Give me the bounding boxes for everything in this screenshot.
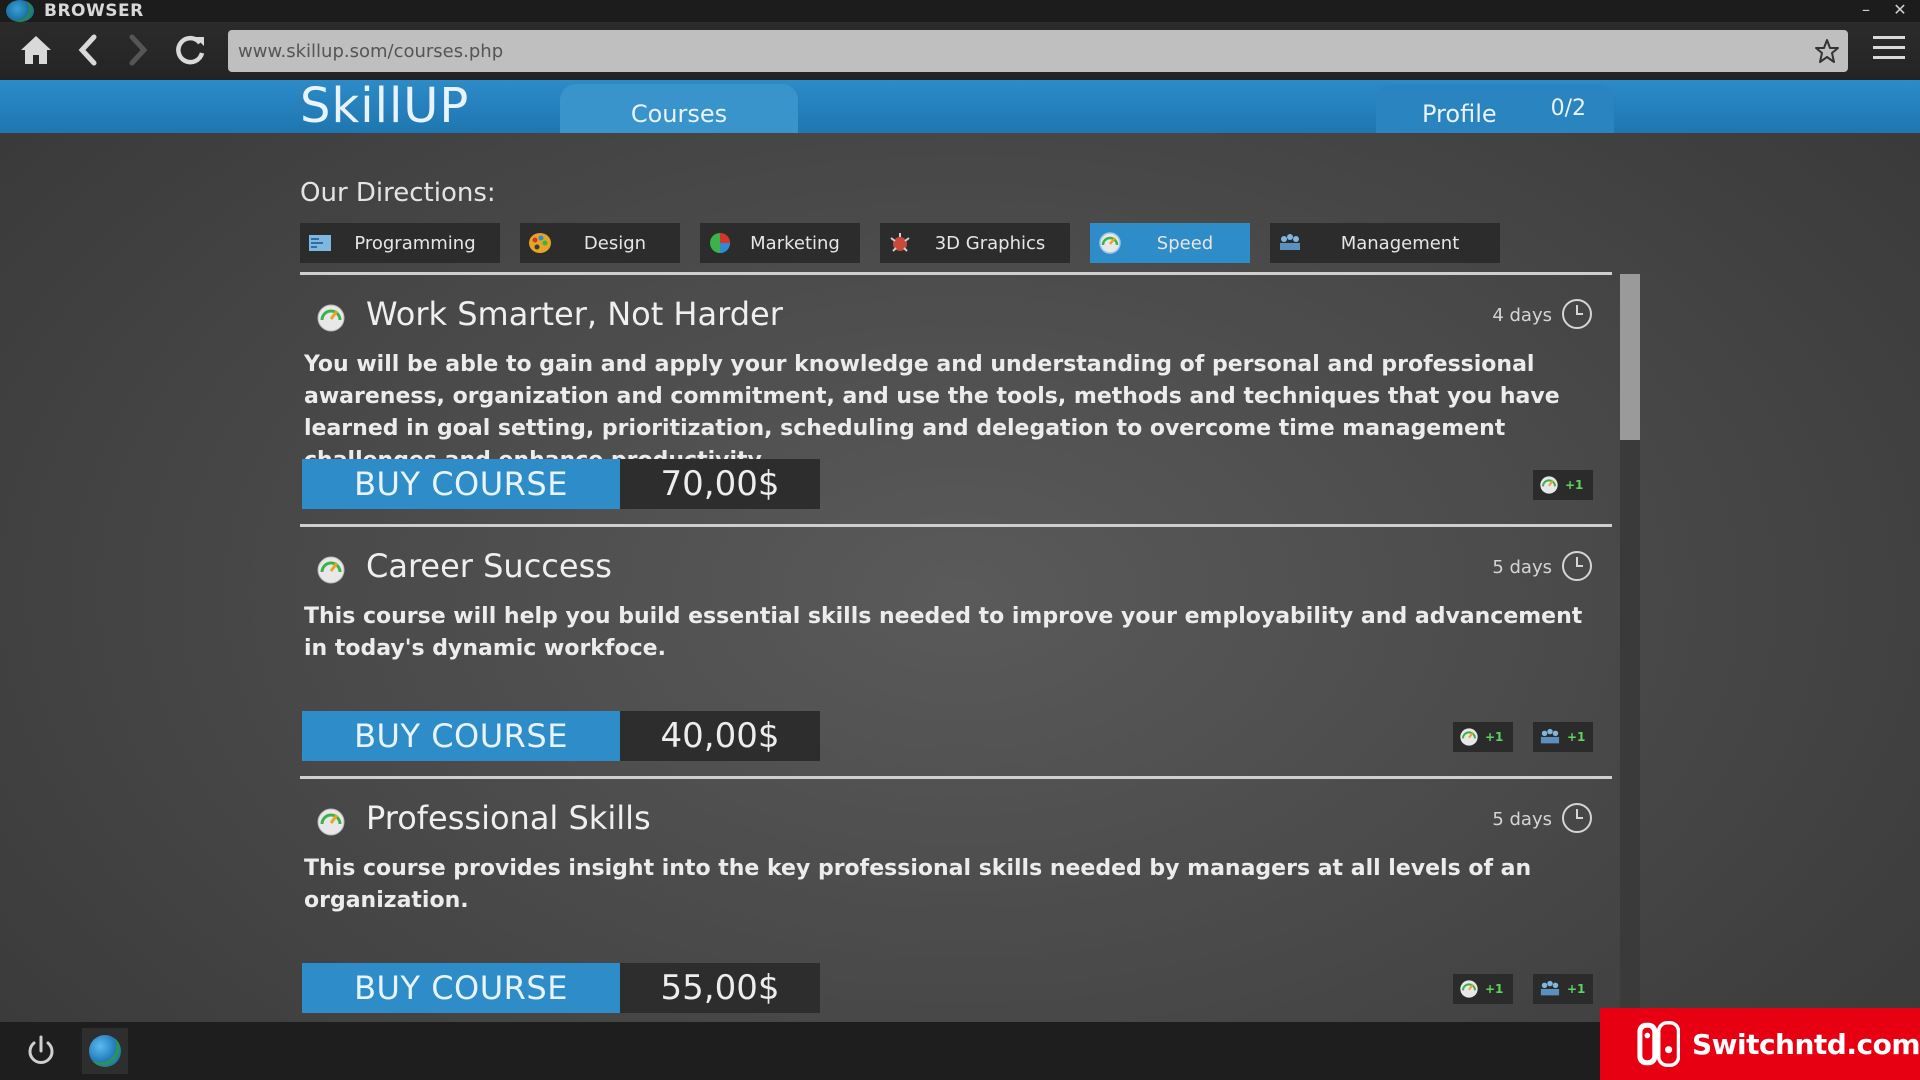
clock-icon: [1562, 299, 1592, 329]
reload-icon: [176, 35, 205, 65]
course-title: Career Success: [366, 547, 612, 585]
perk-badge: +1: [1453, 722, 1513, 752]
tab-courses[interactable]: Courses: [560, 84, 798, 133]
tab-profile[interactable]: Profile 0/2: [1376, 84, 1614, 133]
power-icon: [28, 1035, 54, 1064]
bookmark-button[interactable]: [1814, 38, 1840, 68]
direction-marketing[interactable]: Marketing: [700, 223, 860, 263]
buy-course-button[interactable]: BUY COURSE: [302, 963, 620, 1013]
star-icon: [1815, 39, 1839, 63]
direction-programming[interactable]: Programming: [300, 223, 500, 263]
palette-icon: [529, 233, 551, 253]
profile-count: 0/2: [1550, 96, 1586, 121]
course-card: Career Success 5 days This course will h…: [300, 524, 1612, 777]
back-icon: [78, 34, 97, 66]
team-icon: [1540, 728, 1560, 744]
pie-chart-icon: [710, 233, 730, 253]
3d-graphics-icon: [890, 233, 910, 252]
perk-badge: +1: [1533, 722, 1593, 752]
forward-icon: [129, 34, 148, 66]
site-logo[interactable]: SkillUP: [300, 80, 469, 132]
speedometer-icon: [317, 556, 345, 584]
perk-value: +1: [1565, 478, 1584, 492]
reload-button[interactable]: [168, 30, 212, 70]
course-duration: 5 days: [1492, 557, 1552, 578]
course-description: You will be able to gain and apply your …: [304, 352, 1560, 473]
direction-label: Management: [1340, 232, 1460, 254]
home-button[interactable]: [14, 30, 58, 70]
course-list[interactable]: Work Smarter, Not Harder 4 days You will…: [300, 272, 1612, 1022]
globe-icon: [89, 1035, 121, 1067]
programming-icon: [309, 235, 331, 251]
watermark: Switchntd.com: [1600, 1008, 1920, 1080]
course-price: 70,00$: [620, 459, 820, 509]
course-description: This course will help you build essentia…: [304, 604, 1583, 661]
perk-value: +1: [1567, 730, 1586, 744]
course-duration: 4 days: [1492, 305, 1552, 326]
perk-value: +1: [1567, 982, 1586, 996]
window-titlebar: BROWSER – ✕: [0, 0, 1920, 22]
course-description: This course provides insight into the ke…: [304, 856, 1532, 913]
speedometer-icon: [317, 304, 345, 332]
watermark-text: Switchntd.com: [1691, 1027, 1920, 1061]
window-title: BROWSER: [44, 1, 144, 21]
site-header: SkillUP Courses Profile 0/2: [0, 80, 1920, 133]
tab-courses-label: Courses: [630, 99, 728, 128]
direction-design[interactable]: Design: [520, 223, 680, 263]
perk-badge: +1: [1453, 974, 1513, 1004]
home-icon: [21, 36, 51, 64]
browser-globe-icon: [6, 0, 34, 22]
address-bar[interactable]: www.skillup.som/courses.php: [228, 30, 1848, 72]
buy-course-button[interactable]: BUY COURSE: [302, 459, 620, 509]
course-price: 55,00$: [620, 963, 820, 1013]
browser-taskbar-button[interactable]: [82, 1028, 128, 1074]
perk-value: +1: [1485, 982, 1504, 996]
speedometer-icon: [1540, 476, 1558, 494]
clock-icon: [1562, 551, 1592, 581]
menu-icon: [1873, 36, 1905, 59]
tab-profile-label: Profile: [1422, 99, 1497, 128]
direction-management[interactable]: Management: [1270, 223, 1500, 263]
speedometer-icon: [1460, 728, 1478, 746]
course-card: Professional Skills 5 days This course p…: [300, 776, 1612, 1022]
course-duration: 5 days: [1492, 809, 1552, 830]
clock-icon: [1562, 803, 1592, 833]
speedometer-icon: [1460, 980, 1478, 998]
switch-logo-icon: [1637, 1020, 1680, 1068]
scrollbar-thumb[interactable]: [1620, 274, 1640, 440]
browser-menu-button[interactable]: [1872, 34, 1906, 66]
perk-badge: +1: [1533, 470, 1593, 500]
url-text: www.skillup.som/courses.php: [238, 40, 504, 62]
team-icon: [1540, 980, 1560, 996]
speedometer-icon: [1099, 232, 1121, 254]
direction-3d-graphics[interactable]: 3D Graphics: [880, 223, 1070, 263]
speedometer-icon: [317, 808, 345, 836]
course-price: 40,00$: [620, 711, 820, 761]
power-button[interactable]: [24, 1034, 58, 1072]
course-title: Work Smarter, Not Harder: [366, 295, 783, 333]
minimize-button[interactable]: –: [1852, 0, 1880, 22]
close-window-button[interactable]: ✕: [1886, 0, 1914, 22]
perk-value: +1: [1485, 730, 1504, 744]
course-title: Professional Skills: [366, 799, 651, 837]
forward-button[interactable]: [116, 30, 160, 70]
directions-heading: Our Directions:: [300, 178, 496, 208]
back-button[interactable]: [66, 30, 110, 70]
buy-course-button[interactable]: BUY COURSE: [302, 711, 620, 761]
team-icon: [1280, 234, 1300, 250]
perk-badge: +1: [1533, 974, 1593, 1004]
direction-speed[interactable]: Speed: [1090, 223, 1250, 263]
course-card: Work Smarter, Not Harder 4 days You will…: [300, 272, 1612, 525]
browser-toolbar: www.skillup.som/courses.php: [0, 22, 1920, 80]
